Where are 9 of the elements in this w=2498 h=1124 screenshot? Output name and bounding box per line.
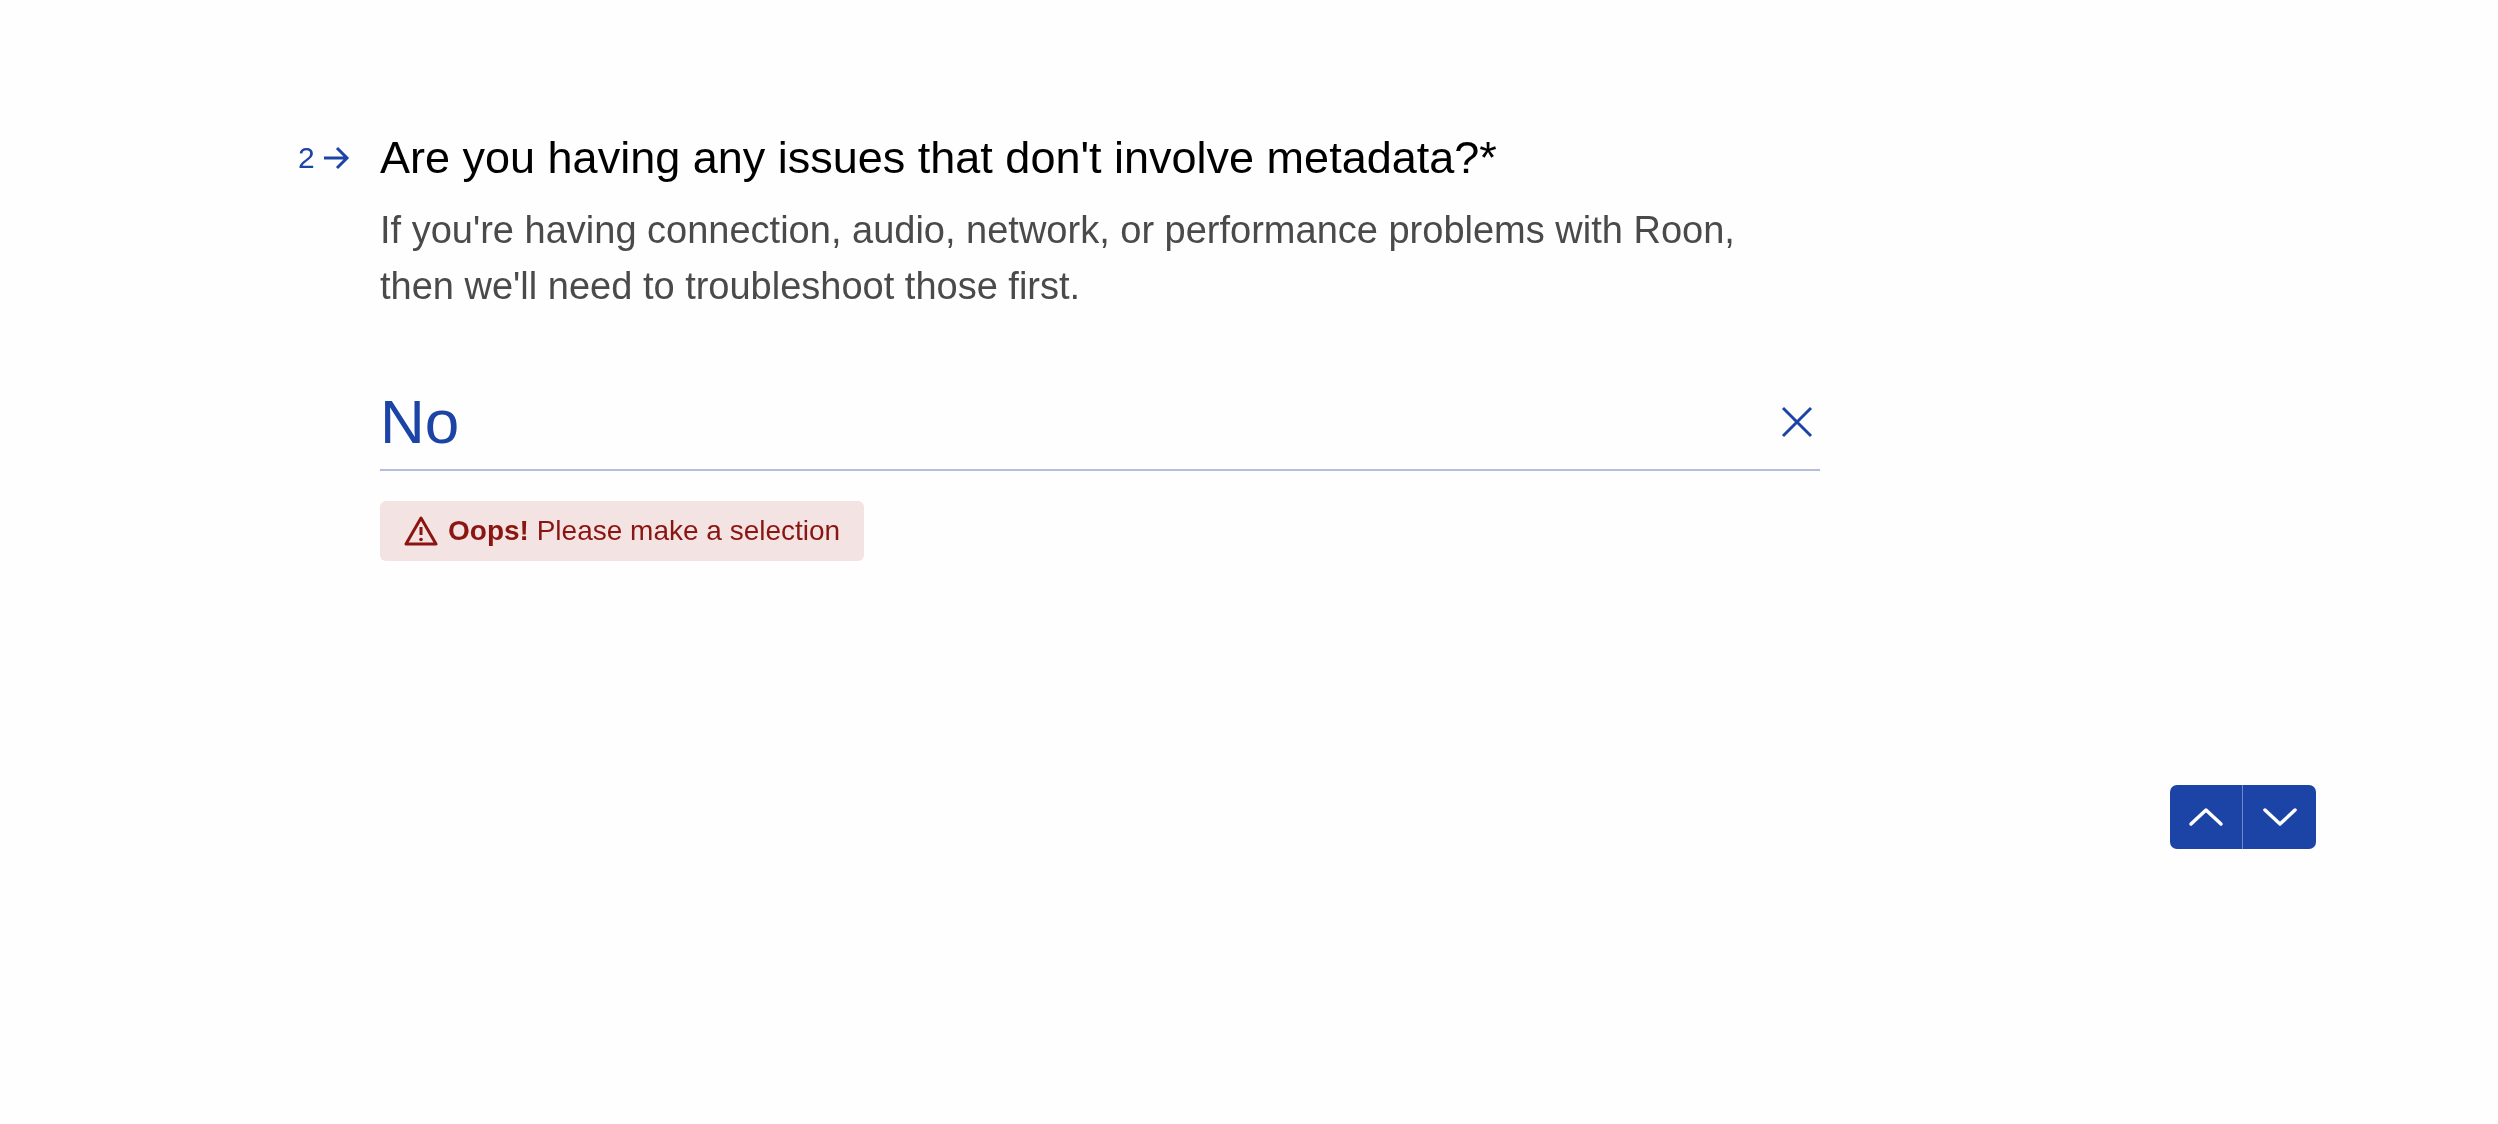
question-number: 2 <box>298 141 315 175</box>
error-text: Oops! Please make a selection <box>448 515 841 547</box>
question-description: If you're having connection, audio, network, or performance problems with Roon, then we'll need to troubleshoot those first. <box>380 208 1736 309</box>
previous-button[interactable] <box>2170 785 2243 849</box>
next-button[interactable] <box>2243 785 2316 849</box>
answer-field[interactable]: No <box>380 386 1680 457</box>
question-title: Are you having any issues that don't involve metadata?* <box>380 132 1497 184</box>
warning-icon <box>404 516 438 546</box>
close-icon <box>1780 404 1814 439</box>
